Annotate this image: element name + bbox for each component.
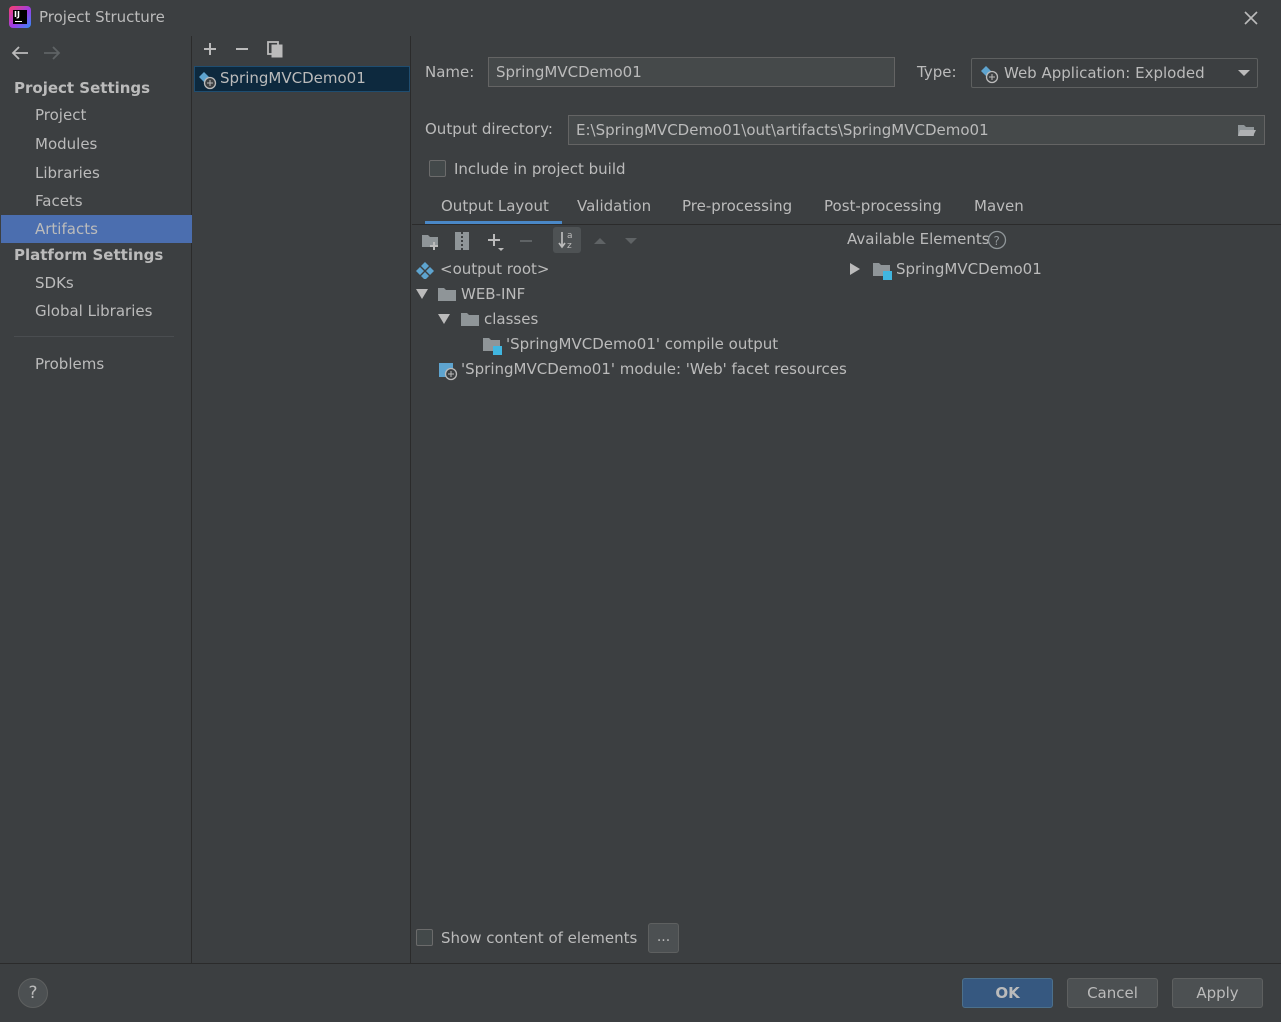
add-copy-icon[interactable] (483, 229, 507, 253)
available-elements-header: Available Elements (847, 230, 990, 248)
help-button[interactable]: ? (18, 978, 48, 1008)
web-artifact-icon (981, 66, 999, 84)
forward-arrow-icon[interactable] (41, 43, 63, 63)
title-bar (0, 0, 1281, 36)
project-settings-header: Project Settings (14, 79, 151, 97)
tab-maven[interactable]: Maven (974, 197, 1024, 225)
show-content-checkbox[interactable] (416, 929, 433, 946)
sidebar-item-project[interactable]: Project (1, 101, 192, 129)
folder-icon (461, 313, 479, 326)
close-icon[interactable] (1240, 7, 1262, 29)
window-title: Project Structure (39, 8, 165, 26)
help-icon[interactable]: ? (987, 230, 1007, 250)
artifact-list-item-label: SpringMVCDemo01 (220, 69, 366, 87)
tabs-divider (412, 224, 1281, 225)
type-label: Type: (917, 63, 957, 81)
svg-text:z: z (567, 241, 572, 251)
add-icon[interactable] (201, 40, 219, 58)
create-archive-icon[interactable] (450, 229, 474, 253)
sidebar-item-modules[interactable]: Modules (1, 130, 192, 158)
remove-element-icon[interactable] (514, 229, 538, 253)
folder-icon (438, 288, 456, 301)
output-directory-field[interactable] (568, 115, 1265, 145)
type-dropdown-value: Web Application: Exploded (1004, 64, 1205, 82)
platform-settings-header: Platform Settings (14, 246, 164, 264)
tree-item-output-root[interactable]: <output root> (440, 260, 549, 278)
remove-icon[interactable] (233, 40, 251, 58)
move-down-icon[interactable] (619, 229, 643, 253)
sort-alphabetically-icon: a z (558, 231, 573, 251)
sidebar-divider (14, 336, 174, 337)
web-artifact-icon (199, 72, 217, 90)
sidebar-item-problems[interactable]: Problems (1, 350, 192, 378)
tab-post-processing[interactable]: Post-processing (824, 197, 942, 225)
tree-item-classes[interactable]: classes (484, 310, 538, 328)
artifact-list-panel (193, 36, 411, 963)
web-facet-icon (439, 363, 458, 381)
chevron-down-icon (1238, 70, 1250, 76)
browse-folder-icon[interactable] (1237, 122, 1257, 138)
intellij-app-icon: IJ (9, 6, 31, 28)
apply-button[interactable]: Apply (1172, 978, 1263, 1008)
move-up-icon[interactable] (588, 229, 612, 253)
name-field[interactable] (488, 57, 895, 87)
name-label: Name: (425, 63, 475, 81)
collapsed-arrow-icon[interactable] (849, 262, 861, 276)
output-root-icon (416, 262, 434, 279)
create-directory-icon[interactable] (419, 229, 443, 253)
module-folder-icon (873, 263, 892, 280)
include-in-build-checkbox[interactable] (429, 160, 446, 177)
expanded-arrow-icon[interactable] (415, 288, 429, 300)
back-arrow-icon[interactable] (9, 43, 31, 63)
more-options-button[interactable]: ... (648, 923, 679, 953)
tree-item-compile-output[interactable]: 'SpringMVCDemo01' compile output (506, 335, 778, 353)
tree-item-web-inf[interactable]: WEB-INF (461, 285, 525, 303)
copy-icon[interactable] (265, 39, 285, 59)
tab-pre-processing[interactable]: Pre-processing (682, 197, 792, 225)
available-item-module[interactable]: SpringMVCDemo01 (896, 260, 1042, 278)
expanded-arrow-icon[interactable] (437, 313, 451, 325)
svg-text:?: ? (994, 234, 1000, 248)
cancel-button[interactable]: Cancel (1067, 978, 1158, 1008)
module-output-icon (483, 338, 502, 355)
tab-validation[interactable]: Validation (577, 197, 651, 225)
sidebar-item-artifacts[interactable]: Artifacts (1, 215, 192, 243)
sidebar-item-libraries[interactable]: Libraries (1, 159, 192, 187)
include-in-build-label: Include in project build (454, 160, 626, 178)
ok-button[interactable]: OK (962, 978, 1053, 1008)
tree-item-facet-resources[interactable]: 'SpringMVCDemo01' module: 'Web' facet re… (461, 360, 847, 378)
output-directory-label: Output directory: (425, 120, 553, 138)
sidebar-item-sdks[interactable]: SDKs (1, 269, 192, 297)
sidebar-item-facets[interactable]: Facets (1, 187, 192, 215)
svg-text:a: a (567, 231, 573, 241)
show-content-label: Show content of elements (441, 929, 638, 947)
sidebar-item-global-libraries[interactable]: Global Libraries (1, 297, 192, 325)
